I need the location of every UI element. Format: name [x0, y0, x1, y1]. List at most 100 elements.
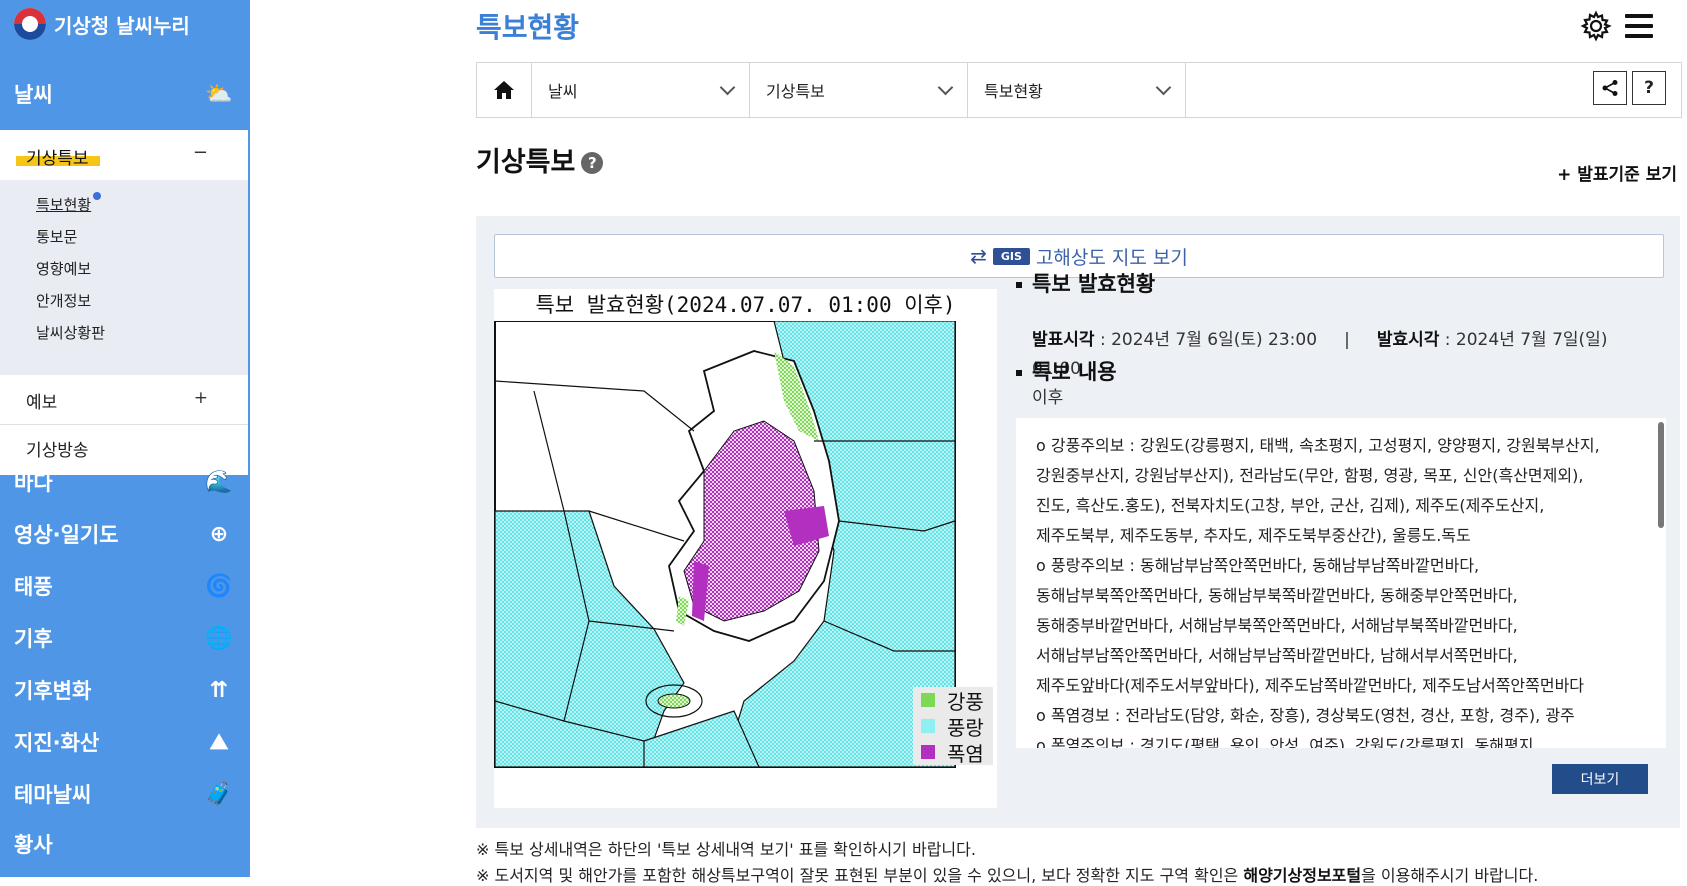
menu-theme[interactable]: 테마날씨 🧳 [14, 772, 236, 816]
divider [0, 424, 248, 425]
content-heading: 특보 내용 [1016, 356, 1117, 386]
menu-weather-label: 날씨 [14, 83, 53, 107]
weather-submenu: 기상특보 − 특보현황 통보문 영향예보 안개정보 날씨상황판 예보 + 기상방… [0, 130, 248, 475]
legend-swatch [921, 693, 935, 707]
chevron-down-icon [937, 79, 954, 96]
app-name: 기상청 날씨누리 [54, 13, 190, 38]
menu-satellite-label: 영상·일기도 [14, 523, 119, 547]
breadcrumb-weather[interactable]: 날씨 [532, 63, 750, 117]
settings-gear-icon[interactable] [1580, 10, 1612, 42]
breadcrumb-status-label: 특보현황 [984, 82, 1043, 101]
legend-label: 폭염 [947, 741, 984, 766]
announce-label: 발표시각 [1032, 330, 1095, 350]
gis-badge: GIS [992, 247, 1030, 265]
more-button[interactable]: 더보기 [1552, 764, 1648, 794]
home-button[interactable] [477, 63, 532, 117]
sub-item-status[interactable]: 특보현황 [36, 194, 91, 215]
help-button[interactable]: ? [1632, 71, 1666, 105]
breadcrumb-status[interactable]: 특보현황 [968, 63, 1186, 117]
menu-sea[interactable]: 바다 🌊 [14, 460, 236, 504]
announce-value: : 2024년 7월 6일(토) 23:00 [1094, 330, 1318, 350]
content-line: o 폭염주의보 : 경기도(평택, 용인, 안성, 여주), 강원도(강릉평지,… [1036, 736, 1539, 748]
expand-toggle[interactable]: + [194, 388, 208, 408]
menu-typhoon[interactable]: 태풍 🌀 [14, 564, 236, 608]
gis-button-label: 고해상도 지도 보기 [1035, 246, 1188, 269]
note-detail: ※ 특보 상세내역은 하단의 '특보 상세내역 보기' 표를 확인하시기 바랍니… [476, 840, 976, 859]
content-line: o 풍랑주의보 : 동해남부남쪽안쪽먼바다, 동해남부남쪽바깥먼바다, [1036, 556, 1480, 575]
marine-portal-link[interactable]: 해양기상정보포털 [1243, 866, 1361, 885]
content-line: 동해남부북쪽안쪽먼바다, 동해남부북쪽바깥먼바다, 동해중부안쪽먼바다, [1036, 586, 1518, 605]
legend-swatch [921, 745, 935, 759]
note-region: ※ 도서지역 및 해안가를 포함한 해상특보구역이 잘못 표현된 부분이 있을 … [476, 862, 1538, 886]
content-line: 동해중부바깥먼바다, 서해남부북쪽안쪽먼바다, 서해남부북쪽바깥먼바다, [1036, 616, 1518, 635]
menu-yellowdust-label: 황사 [14, 833, 53, 857]
kma-logo[interactable]: 기상청 날씨누리 [14, 8, 190, 40]
sidebar: 기상청 날씨누리 날씨 ⛅ 기상특보 − 특보현황 통보문 영향예보 안개정보 … [0, 0, 250, 877]
menu-climate-change-label: 기후변화 [14, 679, 92, 703]
breadcrumb: 날씨 기상특보 특보현황 ? [476, 62, 1682, 118]
content-line: o 폭염경보 : 전라남도(담양, 화순, 장흥), 경상북도(영천, 경산, … [1036, 706, 1575, 725]
page-title: 특보현황 [476, 11, 580, 44]
warning-map[interactable]: 특보 발효현황(2024.07.07. 01:00 이후) 강풍 풍랑 폭염 [494, 289, 997, 808]
content-line: 서해남부남쪽안쪽먼바다, 서해남부남쪽바깥먼바다, 남해서부서쪽먼바다, [1036, 646, 1518, 665]
chevron-down-icon [719, 79, 736, 96]
theme-bag-icon: 🧳 [205, 781, 233, 807]
typhoon-icon: 🌀 [205, 573, 233, 599]
breadcrumb-warning-label: 기상특보 [766, 82, 825, 101]
weather-icon: ⛅ [205, 81, 233, 107]
time-separator: | [1344, 330, 1350, 350]
breadcrumb-warning[interactable]: 기상특보 [750, 63, 968, 117]
effective-suffix: 이후 [1032, 388, 1064, 408]
content-line: 제주도북부, 제주도동부, 추자도, 제주도북부중산간), 울릉도.독도 [1036, 526, 1471, 545]
menu-earthquake[interactable]: 지진·화산 ⛰ [14, 720, 236, 764]
section-title: 기상특보 ? [476, 140, 604, 179]
section-title-label: 기상특보 [476, 147, 576, 178]
menu-yellowdust[interactable]: 황사 [14, 822, 236, 866]
menu-climate[interactable]: 기후 🌐 [14, 616, 236, 660]
submenu-broadcast[interactable]: 기상방송 [26, 436, 89, 461]
note-region-tail: 을 이용해주시기 바랍니다. [1361, 866, 1539, 885]
sub-item-board[interactable]: 날씨상황판 [36, 322, 105, 343]
content-line: 진도, 흑산도.홍도), 전북자치도(고창, 부안, 군산, 김제), 제주도(… [1036, 496, 1545, 515]
menu-typhoon-label: 태풍 [14, 575, 53, 599]
legend-swatch [921, 719, 935, 733]
share-button[interactable] [1593, 71, 1627, 105]
content-line: o 강풍주의보 : 강원도(강릉평지, 태백, 속초평지, 고성평지, 양양평지… [1036, 436, 1600, 455]
content-line: 강원중부산지, 강원남부산지), 전라남도(무안, 함평, 영광, 목포, 신안… [1036, 466, 1584, 485]
scrollbar[interactable] [1658, 422, 1664, 528]
menu-weather[interactable]: 날씨 ⛅ [14, 72, 236, 116]
breadcrumb-weather-label: 날씨 [548, 82, 578, 101]
sub-item-fog[interactable]: 안개정보 [36, 290, 91, 311]
globe-icon: 🌐 [205, 625, 233, 651]
submenu-forecast[interactable]: 예보 [26, 388, 57, 413]
home-icon [494, 81, 514, 99]
new-badge [93, 192, 101, 200]
menu-satellite[interactable]: 영상·일기도 ⊕ [14, 512, 236, 556]
status-times: 발표시각 : 2024년 7월 6일(토) 23:00 | 발효시각 : 202… [1032, 326, 1632, 413]
note-region-text: ※ 도서지역 및 해안가를 포함한 해상특보구역이 잘못 표현된 부분이 있을 … [476, 866, 1244, 885]
wave-icon: 🌊 [205, 469, 233, 495]
criteria-link[interactable]: + 발표기준 보기 [1557, 160, 1677, 185]
swap-arrows-icon: ⇄ [970, 244, 987, 268]
help-icon[interactable]: ? [581, 151, 604, 174]
satellite-icon: ⊕ [209, 521, 229, 547]
share-icon [1602, 80, 1618, 96]
menu-theme-label: 테마날씨 [14, 783, 92, 807]
legend-label: 풍랑 [947, 715, 984, 740]
sub-item-impact[interactable]: 영향예보 [36, 258, 91, 279]
content-line: 제주도앞바다(제주도서부앞바다), 제주도남쪽바깥먼바다, 제주도남서쪽안쪽먼바… [1036, 676, 1585, 695]
warning-content-box[interactable]: o 강풍주의보 : 강원도(강릉평지, 태백, 속초평지, 고성평지, 양양평지… [1016, 418, 1666, 748]
menu-earthquake-label: 지진·화산 [14, 731, 100, 755]
status-heading: 특보 발효현황 [1016, 268, 1155, 298]
legend-wind: 강풍 [913, 687, 993, 714]
legend-heat: 폭염 [913, 739, 993, 766]
legend-label: 강풍 [947, 689, 984, 714]
submenu-list: 특보현황 통보문 영향예보 안개정보 날씨상황판 [0, 180, 248, 375]
hamburger-menu-icon[interactable] [1625, 14, 1653, 38]
map-title: 특보 발효현황(2024.07.07. 01:00 이후) [535, 293, 956, 317]
sub-item-bulletin[interactable]: 통보문 [36, 226, 77, 247]
submenu-warning[interactable]: 기상특보 − [0, 130, 248, 180]
collapse-toggle[interactable]: − [193, 142, 208, 163]
menu-climate-change[interactable]: 기후변화 ⇈ [14, 668, 236, 712]
legend-wave: 풍랑 [913, 713, 993, 740]
